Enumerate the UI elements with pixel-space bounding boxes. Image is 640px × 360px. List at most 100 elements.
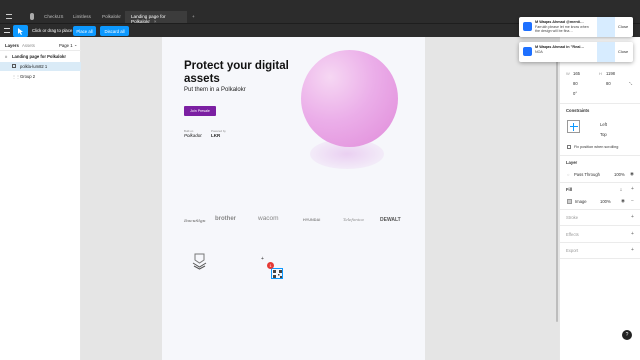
slack-icon (523, 22, 532, 31)
polkalokr-shield-icon (192, 253, 207, 270)
layer-image-selected[interactable]: polkla-lum82 1 (0, 62, 81, 71)
plus-icon: + (192, 14, 195, 19)
help-icon: ? (625, 332, 629, 338)
remove-fill-icon[interactable]: − (631, 198, 634, 204)
toast-title: M Waqas Ahmad @menti… (535, 20, 584, 24)
image-fill-swatch[interactable] (567, 199, 572, 204)
toast-title: M Waqas Ahmad in "Real… (535, 45, 585, 49)
frame-icon: # (5, 54, 8, 59)
toolbar-hint: Click or drag to place (32, 28, 73, 33)
discard-all-button[interactable]: Discard all (100, 26, 129, 36)
drop-cursor-icon: + (261, 256, 264, 262)
brand-wacom: wacom (258, 215, 279, 222)
notification-toast[interactable]: M Waqas Ahmad @menti… Farrukh please let… (519, 17, 633, 37)
notification-toast[interactable]: M Waqas Ahmad in "Real… NOA Close (519, 42, 633, 62)
blend-mode-select[interactable]: Pass Through (574, 172, 600, 177)
fill-type[interactable]: Image (575, 199, 587, 204)
fill-opacity-input[interactable]: 100% (600, 199, 611, 204)
help-button[interactable]: ? (622, 330, 632, 340)
add-export-icon[interactable]: + (631, 247, 634, 253)
layers-panel: Layers Assets Page 1 ⌄ # Landing page fo… (0, 37, 81, 360)
height-label: H (599, 71, 602, 76)
rotation-input[interactable]: 0° (573, 91, 577, 96)
headline: Protect your digital assets (184, 60, 289, 85)
layer-group[interactable]: ⋮⋮ Group 2 (0, 72, 81, 81)
toast-close-button[interactable]: Close (618, 24, 628, 29)
group-icon: ⋮⋮ (12, 74, 20, 79)
eye-icon[interactable]: ◉ (630, 171, 634, 177)
subheadline: Put them in a Polkalokr (184, 87, 246, 93)
width-label: W (566, 71, 570, 76)
placed-image[interactable] (271, 268, 283, 279)
tab-assets[interactable]: Assets (22, 43, 35, 48)
headline-line: Protect your digital (184, 60, 289, 72)
add-effect-icon[interactable]: + (631, 231, 634, 237)
x-input[interactable]: 80 (573, 81, 578, 86)
toast-body: NOA (535, 50, 543, 54)
built-on-logo: Polkadot (184, 133, 202, 138)
figma-logo-icon[interactable] (30, 13, 34, 20)
fill-title: Fill (566, 187, 573, 192)
headline-line: assets (184, 72, 220, 85)
constraint-line (570, 126, 578, 127)
toast-view-button[interactable] (597, 42, 615, 62)
fix-position-label: Fix position when scrolling (574, 145, 619, 149)
divider (560, 103, 640, 104)
tab-checkus[interactable]: CheckUS (38, 11, 69, 23)
export-title: Export (566, 248, 579, 253)
constraint-widget[interactable] (567, 120, 580, 133)
add-stroke-icon[interactable]: + (631, 214, 634, 220)
add-fill-icon[interactable]: + (631, 186, 634, 192)
layer-frame[interactable]: # Landing page for Polkalokr (0, 52, 81, 61)
layer-name: Landing page for Polkalokr (12, 54, 66, 60)
cta-button[interactable]: Join Presale (184, 106, 216, 116)
resize-icon[interactable]: ⤡ (629, 81, 632, 86)
main-menu-icon[interactable] (4, 28, 10, 33)
height-input[interactable]: 1198 (606, 71, 615, 76)
divider (560, 258, 640, 259)
cursor-icon (18, 28, 23, 35)
tab-layers[interactable]: Layers (5, 43, 19, 48)
toast-body: Farrukh please let me know when the desi… (535, 25, 589, 34)
layer-opacity-input[interactable]: 100% (614, 172, 625, 177)
landing-page-frame[interactable]: Protect your digital assets Put them in … (162, 37, 425, 360)
divider (560, 155, 640, 156)
menu-icon[interactable] (6, 14, 12, 19)
toast-view-button[interactable] (597, 17, 615, 37)
constraint-line (573, 123, 574, 131)
effects-title: Effects (566, 232, 579, 237)
constraint-vertical-select[interactable]: Top (600, 132, 607, 137)
constraints-title: Constraints (566, 108, 590, 113)
properties-panel: W 165 H 1198 80 80 0° ⤡ Constraints Left… (559, 37, 640, 360)
tab-landing-page[interactable]: Landing page for Polkalokr × (125, 11, 187, 24)
chevron-down-icon: ⌄ (74, 42, 78, 47)
divider (560, 242, 640, 243)
qr-lock-icon (273, 270, 282, 278)
blend-icon: ◌ (567, 172, 570, 177)
divider (560, 225, 640, 226)
grid-styles-icon[interactable]: ⁞⁞ (620, 187, 622, 192)
eye-icon[interactable]: ◉ (621, 198, 625, 204)
brand-dewalt: DEWALT (380, 217, 401, 223)
tab-polkalokr[interactable]: Polkalokr (96, 11, 127, 23)
page-selector[interactable]: Page 1 (59, 43, 73, 48)
place-all-button[interactable]: Place all (73, 26, 96, 36)
tab-limitless[interactable]: Limitless (67, 11, 97, 23)
image-count-badge: 1 (267, 262, 274, 269)
constraint-horizontal-select[interactable]: Left (600, 122, 607, 127)
checkbox[interactable] (567, 145, 571, 149)
new-tab-button[interactable]: + (186, 11, 201, 23)
layer-title: Layer (566, 160, 578, 165)
y-input[interactable]: 80 (606, 81, 611, 86)
brand-brother: brother (215, 216, 236, 222)
powered-logo: LKR (211, 133, 221, 138)
toast-close-button[interactable]: Close (618, 49, 628, 54)
tab-label: Polkalokr (102, 14, 121, 19)
slack-icon (523, 47, 532, 56)
move-tool-button[interactable] (13, 25, 28, 37)
divider (0, 50, 81, 51)
canvas-scrollbar[interactable] (556, 50, 558, 322)
layer-name: Group 2 (20, 74, 36, 80)
width-input[interactable]: 165 (573, 71, 580, 76)
brand-hyundai: HYUNDAI (303, 218, 321, 222)
